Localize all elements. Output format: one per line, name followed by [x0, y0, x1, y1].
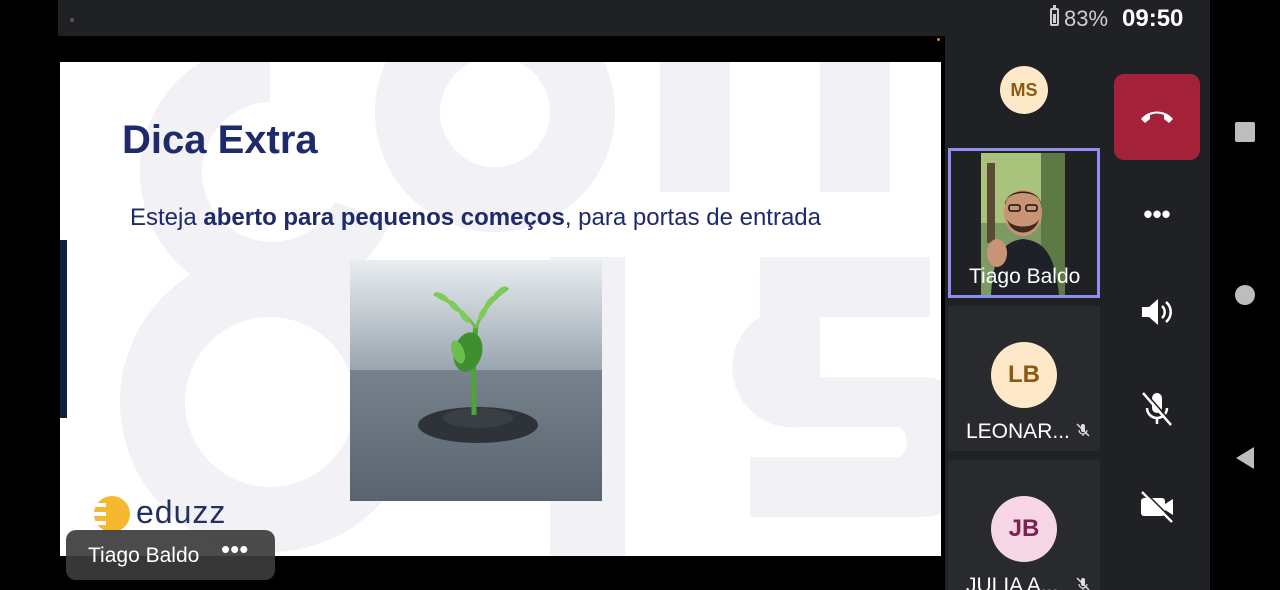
avatar-jb: JB — [991, 496, 1057, 562]
participant-tile-tiago[interactable]: Tiago Baldo — [948, 148, 1100, 298]
battery-level: 83% — [1064, 6, 1109, 31]
recording-indicator — [937, 38, 940, 41]
speaker-button[interactable] — [1124, 279, 1190, 345]
camera-toggle-button[interactable] — [1124, 474, 1190, 540]
android-navigation-bar — [1210, 0, 1280, 590]
subtitle-end: , para portas de entrada — [564, 204, 821, 231]
subtitle-start: Esteja — [130, 204, 204, 231]
more-options-icon: ••• — [1143, 198, 1171, 229]
more-options-button[interactable]: ••• — [1124, 181, 1190, 247]
avatar-ms: MS — [1000, 66, 1048, 114]
avatar-lb: LB — [991, 342, 1057, 408]
participant-tile-lb[interactable]: LB LEONAR... — [948, 306, 1100, 451]
screen-share-area[interactable]: Dica Extra Esteja aberto para pequenos c… — [58, 36, 943, 590]
sprout-image — [350, 260, 602, 501]
slide-subtitle: Esteja aberto para pequenos começos, par… — [130, 204, 821, 232]
subtitle-bold: aberto para pequenos começos — [203, 204, 565, 231]
participant-tile-jb[interactable]: JB JULIA A... — [948, 460, 1100, 590]
left-letterbox — [0, 0, 58, 590]
eduzz-logo-text: eduzz — [136, 494, 227, 530]
slide-title: Dica Extra — [122, 118, 318, 162]
camera-off-icon — [1141, 490, 1175, 523]
hang-up-button[interactable] — [1114, 74, 1200, 160]
participant-tile-ms[interactable]: MS — [948, 36, 1100, 146]
slide-accent-bar — [60, 240, 67, 418]
hang-up-icon — [1141, 111, 1173, 123]
mic-off-icon — [1142, 391, 1174, 426]
presenter-more-button[interactable]: ••• — [221, 534, 248, 565]
status-bar: 83% 09:50 — [58, 0, 1210, 36]
home-button[interactable] — [1235, 285, 1255, 305]
presenter-name-label[interactable]: Tiago Baldo ••• — [66, 530, 275, 580]
muted-mic-icon — [1076, 577, 1090, 590]
presenter-name: Tiago Baldo — [88, 544, 200, 567]
participant-name-jb: JULIA A... — [966, 574, 1059, 590]
participant-name-lb: LEONAR... — [966, 420, 1070, 443]
microphone-toggle-button[interactable] — [1124, 376, 1190, 442]
battery-icon — [1050, 5, 1059, 26]
speaker-icon — [1142, 299, 1172, 325]
call-controls: ••• — [1102, 36, 1210, 590]
presentation-slide: Dica Extra Esteja aberto para pequenos c… — [60, 62, 941, 556]
muted-mic-icon — [1076, 423, 1090, 437]
participant-name-tiago: Tiago Baldo — [969, 265, 1081, 288]
notification-dot — [70, 18, 74, 22]
back-button[interactable] — [1234, 446, 1256, 470]
recents-button[interactable] — [1235, 122, 1255, 142]
clock: 09:50 — [1122, 5, 1184, 32]
participants-panel: MS Tiago Baldo LB LEONAR... JB JULIA A..… — [945, 36, 1102, 590]
